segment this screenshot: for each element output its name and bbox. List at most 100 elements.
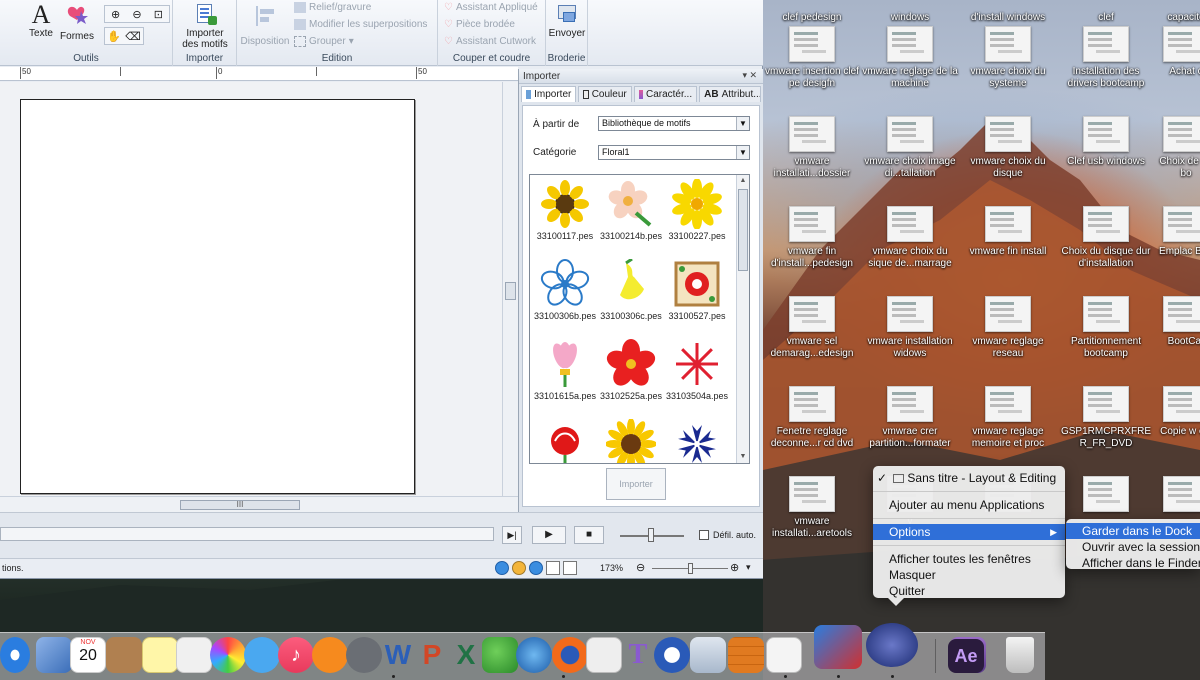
- desktop-icon[interactable]: vmware insertion clef pe desigfn: [764, 26, 860, 90]
- textedit-icon[interactable]: [586, 637, 622, 673]
- desktop-icon[interactable]: capacité: [1156, 0, 1200, 24]
- motif-tile[interactable]: 33100117.pes: [532, 177, 598, 255]
- desktop-icon[interactable]: vmware reglage memoire et proc: [960, 386, 1056, 450]
- tab-import[interactable]: Importer: [521, 86, 577, 102]
- photos-icon[interactable]: [210, 637, 246, 673]
- desktop-icon[interactable]: vmware choix du sique de...marrage: [862, 206, 958, 270]
- messages-icon[interactable]: [244, 637, 280, 673]
- notes-icon[interactable]: [142, 637, 178, 673]
- calculator-icon[interactable]: [728, 637, 764, 673]
- desktop-icon[interactable]: vmware installati...aretools: [764, 476, 860, 540]
- design-page[interactable]: [20, 99, 415, 494]
- calendar-icon[interactable]: NOV 20: [70, 637, 106, 673]
- group-button[interactable]: Grouper ▾: [294, 36, 354, 47]
- text-app-icon[interactable]: T: [620, 637, 656, 673]
- zoom-out-icon[interactable]: ⊖: [636, 561, 645, 574]
- scroll-up-icon[interactable]: ▲: [737, 175, 749, 187]
- menu-item-keep-in-dock[interactable]: Garder dans le Dock: [1066, 523, 1200, 539]
- excel-icon[interactable]: X: [448, 637, 484, 673]
- relief-button[interactable]: Relief/gravure: [294, 2, 371, 13]
- desktop-icon[interactable]: Installation des drivers bootcamp: [1058, 26, 1154, 90]
- desktop-icon[interactable]: vmware fin d'install...pedesign: [764, 206, 860, 270]
- import-motifs-button[interactable]: Importer des motifs: [177, 2, 233, 50]
- shapes-button[interactable]: Formes: [58, 2, 96, 42]
- menu-item-quit[interactable]: Quitter: [873, 583, 1065, 599]
- zoom-fit-icon[interactable]: ▾: [746, 562, 751, 573]
- view-mode-icon[interactable]: [512, 561, 526, 575]
- contacts-icon[interactable]: [106, 637, 142, 673]
- desktop-icon[interactable]: [1156, 476, 1200, 516]
- desktop-icon[interactable]: vmware choix du disque: [960, 116, 1056, 180]
- motif-tile[interactable]: 33102525a.pes: [598, 337, 664, 415]
- vmware-icon[interactable]: [814, 625, 862, 669]
- send-button[interactable]: Envoyer: [548, 2, 586, 39]
- menu-item-show-in-finder[interactable]: Afficher dans le Finder: [1066, 555, 1200, 571]
- stop-icon[interactable]: ■: [574, 526, 604, 544]
- desktop-icon[interactable]: GSP1RMCPRXFRE R_FR_DVD: [1058, 386, 1154, 450]
- horizontal-scrollbar[interactable]: III: [0, 496, 518, 512]
- canvas-area[interactable]: [0, 82, 502, 496]
- scroll-down-icon[interactable]: ▼: [737, 451, 749, 463]
- eraser-icon[interactable]: ⌫: [125, 30, 141, 43]
- scissors-app-icon[interactable]: [766, 637, 802, 673]
- screenshot-icon[interactable]: [690, 637, 726, 673]
- motif-tile[interactable]: 33103504a.pes: [664, 337, 730, 415]
- migration-icon[interactable]: [516, 637, 552, 673]
- zoom-fit-icon[interactable]: ⊡: [154, 8, 163, 21]
- desktop-icon[interactable]: BootCar: [1156, 296, 1200, 348]
- desktop-icon[interactable]: Partitionnement bootcamp: [1058, 296, 1154, 360]
- menu-item-open-at-login[interactable]: Ouvrir avec la session: [1066, 539, 1200, 555]
- view-mode-icon[interactable]: [495, 561, 509, 575]
- layout-button[interactable]: Disposition: [239, 4, 291, 47]
- desktop-icon[interactable]: vmware choix du systeme: [960, 26, 1056, 90]
- desktop-icon[interactable]: Achat c: [1156, 26, 1200, 78]
- powerpoint-icon[interactable]: P: [414, 637, 450, 673]
- import-button[interactable]: Importer: [606, 468, 666, 500]
- modify-overlap-button[interactable]: Modifier les superpositions: [294, 19, 427, 30]
- desktop-icon[interactable]: Fenetre reglage deconne...r cd dvd: [764, 386, 860, 450]
- system-preferences-icon[interactable]: [346, 637, 382, 673]
- play-icon[interactable]: ▶: [532, 526, 566, 544]
- desktop-icon[interactable]: Emplac Boo: [1156, 206, 1200, 258]
- scroll-thumb[interactable]: III: [180, 500, 300, 510]
- motif-tile[interactable]: 33100227.pes: [664, 177, 730, 255]
- view-mode-icon[interactable]: [563, 561, 577, 575]
- desktop-icon[interactable]: windows: [862, 0, 958, 24]
- facetime-icon[interactable]: [482, 637, 518, 673]
- cutwork-button[interactable]: ♡ Assistant Cutwork: [444, 36, 536, 47]
- tab-color[interactable]: Couleur: [578, 86, 632, 102]
- category-select[interactable]: Floral1 ▼: [598, 145, 750, 160]
- tab-attribute[interactable]: AB Attribut...: [699, 86, 761, 102]
- scroll-thumb[interactable]: [738, 189, 748, 271]
- desktop-icon[interactable]: clef: [1058, 0, 1154, 24]
- vertical-scrollbar[interactable]: [502, 82, 518, 496]
- zoom-out-icon[interactable]: ⊖: [132, 8, 141, 21]
- firefox-icon[interactable]: [552, 637, 588, 673]
- desktop-icon[interactable]: Choix de de bo: [1156, 116, 1200, 180]
- desktop-icon[interactable]: vmware installation widows: [862, 296, 958, 360]
- hand-icon[interactable]: ✋: [107, 30, 121, 43]
- zoom-slider-thumb[interactable]: [688, 563, 693, 574]
- desktop-icon[interactable]: [1058, 476, 1154, 516]
- from-select[interactable]: Bibliothèque de motifs ▼: [598, 116, 750, 131]
- motif-tile[interactable]: 33100527.pes: [664, 257, 730, 335]
- menu-item-hide[interactable]: Masquer: [873, 567, 1065, 583]
- quicktime-icon[interactable]: [654, 637, 690, 673]
- desktop-icon[interactable]: vmware fin install: [960, 206, 1056, 258]
- itunes-icon[interactable]: ♪: [278, 637, 314, 673]
- preview-icon[interactable]: [36, 637, 72, 673]
- desktop-icon[interactable]: vmware installati...dossier: [764, 116, 860, 180]
- motif-tile[interactable]: 33101615a.pes: [532, 337, 598, 415]
- motif-tile[interactable]: 33100214b.pes: [598, 177, 664, 255]
- scroll-thumb[interactable]: [505, 282, 516, 300]
- skip-end-icon[interactable]: ▶|: [502, 526, 522, 544]
- motif-tile[interactable]: 33100306b.pes: [532, 257, 598, 335]
- pe-design-icon[interactable]: [866, 623, 918, 667]
- motif-tile[interactable]: [532, 417, 598, 463]
- zoom-in-icon[interactable]: ⊕: [730, 561, 739, 574]
- after-effects-icon[interactable]: Ae: [948, 639, 984, 673]
- menu-item-window[interactable]: ✓ Sans titre - Layout & Editing: [873, 470, 1065, 486]
- desktop-icon[interactable]: clef pedesign: [764, 0, 860, 24]
- word-icon[interactable]: W: [380, 637, 416, 673]
- trash-icon[interactable]: [1006, 637, 1034, 673]
